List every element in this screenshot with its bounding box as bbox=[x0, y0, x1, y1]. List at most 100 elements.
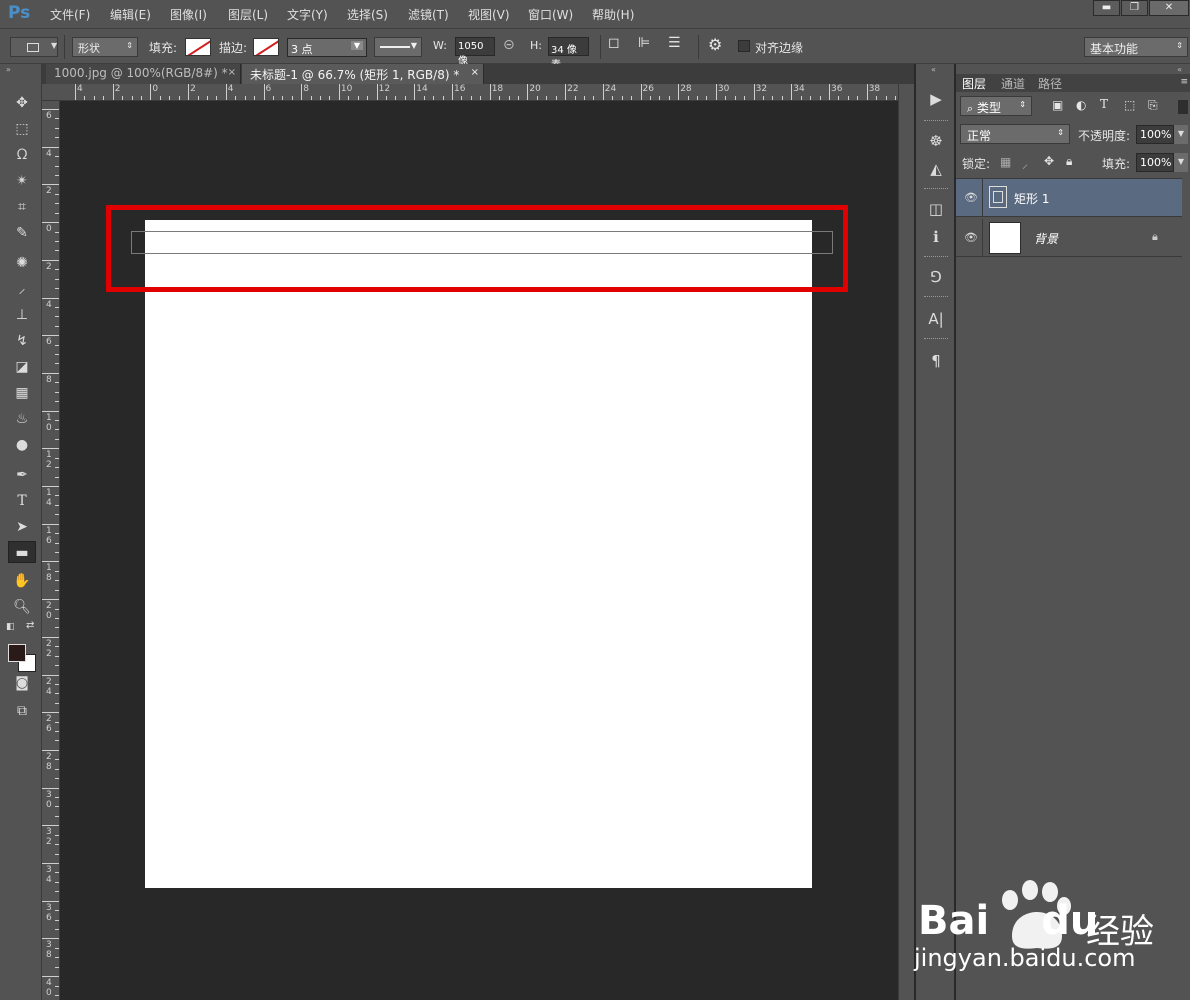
tab-layers[interactable]: 图层 bbox=[962, 75, 986, 92]
filter-adjustment-icon[interactable]: ◐ bbox=[1076, 98, 1086, 112]
stroke-swatch[interactable] bbox=[253, 38, 279, 56]
tab-untitled-1[interactable]: 未标题-1 @ 66.7% (矩形 1, RGB/8) * × bbox=[242, 64, 484, 84]
visibility-eye-icon[interactable]: 👁︎ bbox=[964, 231, 978, 244]
default-colors-icon[interactable]: ◧ bbox=[6, 622, 15, 632]
brush-tool-icon[interactable]: ⸝ bbox=[10, 278, 34, 300]
lock-pixels-icon[interactable]: ⸝ bbox=[1022, 155, 1028, 172]
tab-channels[interactable]: 通道 bbox=[1001, 75, 1025, 92]
path-arrangement-icon[interactable]: ☰ bbox=[668, 35, 681, 51]
stroke-width-value: 3 点 bbox=[291, 43, 313, 56]
mode-select[interactable]: 形状 ⇕ bbox=[72, 37, 138, 57]
ruler-tick bbox=[42, 561, 59, 563]
magic-wand-tool-icon[interactable]: ✴ bbox=[10, 170, 34, 192]
clone-stamp-tool-icon[interactable]: ⊥ bbox=[10, 304, 34, 326]
layer-row-rectangle-1[interactable]: 👁︎ 矩形 1 bbox=[956, 179, 1182, 217]
lasso-tool-icon[interactable]: ᘯ bbox=[10, 144, 34, 166]
stroke-type-select[interactable]: ▼ bbox=[374, 37, 422, 57]
document-canvas[interactable] bbox=[145, 220, 812, 888]
link-icon[interactable]: ⊝ bbox=[503, 37, 515, 53]
screen-mode-icon[interactable]: ⧉ bbox=[10, 700, 34, 722]
history-icon[interactable]: ⅁ bbox=[924, 266, 948, 288]
play-icon[interactable]: ▶ bbox=[924, 88, 948, 110]
eraser-tool-icon[interactable]: ◪ bbox=[10, 356, 34, 378]
ruler-label: 4 bbox=[227, 84, 234, 94]
menu-help[interactable]: 帮助(H) bbox=[592, 6, 634, 23]
filter-toggle[interactable] bbox=[1178, 100, 1188, 114]
width-input[interactable]: 1050 像 bbox=[455, 37, 495, 67]
blend-mode-select[interactable]: 正常 ⇕ bbox=[960, 124, 1070, 144]
lock-transparency-icon[interactable]: ▦ bbox=[1000, 155, 1011, 169]
close-button[interactable]: ✕ bbox=[1149, 0, 1189, 16]
menu-layer[interactable]: 图层(L) bbox=[228, 6, 268, 23]
swap-colors-icon[interactable]: ⇄ bbox=[26, 620, 34, 631]
quick-mask-icon[interactable]: ◙ bbox=[10, 672, 34, 694]
tool-preset-picker[interactable]: ▼ bbox=[10, 37, 58, 57]
navigator-icon[interactable]: ☸ bbox=[924, 130, 948, 152]
height-input[interactable]: 34 像素 bbox=[548, 37, 589, 71]
tab-1000-jpg[interactable]: 1000.jpg @ 100%(RGB/8#) * × bbox=[46, 64, 241, 84]
healing-brush-tool-icon[interactable]: ✺ bbox=[10, 252, 34, 274]
adjustments-icon[interactable]: ◫ bbox=[924, 198, 948, 220]
gear-icon[interactable]: ⚙ bbox=[708, 35, 722, 54]
info-icon[interactable]: ℹ bbox=[924, 226, 948, 248]
foreground-color-swatch[interactable] bbox=[8, 644, 26, 662]
collapse-icon[interactable]: « bbox=[1177, 65, 1182, 74]
align-edges-checkbox[interactable] bbox=[738, 40, 750, 52]
ruler-tick bbox=[42, 523, 59, 525]
workspace-select[interactable]: 基本功能 ⇕ bbox=[1084, 37, 1188, 57]
filter-smart-object-icon[interactable]: ⎘ bbox=[1148, 98, 1158, 113]
visibility-eye-icon[interactable]: 👁︎ bbox=[964, 191, 978, 204]
path-selection-tool-icon[interactable]: ➤ bbox=[10, 516, 34, 538]
paragraph-icon[interactable]: ¶ bbox=[924, 350, 948, 372]
blur-tool-icon[interactable]: ♨ bbox=[10, 408, 34, 430]
filter-type-icon[interactable]: T bbox=[1100, 97, 1108, 111]
opacity-input[interactable]: 100% bbox=[1136, 125, 1174, 144]
rectangle-tool-icon[interactable]: ▬ bbox=[8, 541, 36, 563]
collapse-icon[interactable]: » bbox=[6, 65, 11, 74]
histogram-icon[interactable]: ◭ bbox=[924, 158, 948, 180]
menu-filter[interactable]: 滤镜(T) bbox=[408, 6, 449, 23]
zoom-tool-icon[interactable]: 🔍︎ bbox=[10, 596, 34, 618]
vertical-scrollbar[interactable] bbox=[898, 84, 914, 1000]
pen-tool-icon[interactable]: ✒ bbox=[10, 464, 34, 486]
menu-image[interactable]: 图像(I) bbox=[170, 6, 207, 23]
menu-window[interactable]: 窗口(W) bbox=[528, 6, 573, 23]
filter-pixel-icon[interactable]: ▣ bbox=[1052, 98, 1063, 112]
chevron-down-icon[interactable]: ▼ bbox=[1174, 153, 1188, 172]
dodge-tool-icon[interactable]: ● bbox=[10, 434, 34, 456]
ruler-label: 0 bbox=[152, 84, 159, 94]
fill-swatch[interactable] bbox=[185, 38, 211, 56]
close-icon[interactable]: × bbox=[228, 67, 236, 78]
marquee-tool-icon[interactable]: ⬚ bbox=[10, 118, 34, 140]
layer-row-background[interactable]: 👁︎ 背景 🔒︎ bbox=[956, 219, 1182, 257]
close-icon[interactable]: × bbox=[471, 67, 479, 78]
tab-paths[interactable]: 路径 bbox=[1038, 75, 1062, 92]
eyedropper-tool-icon[interactable]: ✎ bbox=[10, 222, 34, 244]
path-alignment-icon[interactable]: ⊫ bbox=[638, 35, 650, 51]
stroke-width-select[interactable]: 3 点 ▼ bbox=[287, 38, 367, 57]
menu-select[interactable]: 选择(S) bbox=[347, 6, 388, 23]
menu-file[interactable]: 文件(F) bbox=[50, 6, 90, 23]
filter-kind-select[interactable]: ⌕ 类型 ⇕ bbox=[960, 96, 1032, 116]
menu-view[interactable]: 视图(V) bbox=[468, 6, 510, 23]
path-operations-icon[interactable]: ◻ bbox=[608, 35, 620, 51]
fill-input[interactable]: 100% bbox=[1136, 153, 1174, 172]
menu-type[interactable]: 文字(Y) bbox=[287, 6, 328, 23]
move-tool-icon[interactable]: ✥ bbox=[10, 92, 34, 114]
lock-position-icon[interactable]: ✥ bbox=[1044, 154, 1054, 168]
ruler-tick bbox=[602, 84, 604, 100]
filter-shape-icon[interactable]: ⬚ bbox=[1124, 98, 1135, 112]
lock-all-icon[interactable]: 🔒︎ bbox=[1066, 154, 1072, 169]
hand-tool-icon[interactable]: ✋ bbox=[10, 570, 34, 592]
restore-button[interactable]: ❐ bbox=[1121, 0, 1148, 16]
collapse-icon[interactable]: « bbox=[931, 65, 936, 74]
history-brush-tool-icon[interactable]: ↯ bbox=[10, 330, 34, 352]
crop-tool-icon[interactable]: ⌗ bbox=[10, 196, 34, 218]
character-icon[interactable]: A| bbox=[924, 308, 948, 330]
menu-edit[interactable]: 编辑(E) bbox=[110, 6, 151, 23]
minimize-button[interactable]: ▬ bbox=[1093, 0, 1120, 16]
gradient-tool-icon[interactable]: ▦ bbox=[10, 382, 34, 404]
chevron-down-icon[interactable]: ▼ bbox=[1174, 125, 1188, 144]
type-tool-icon[interactable]: T bbox=[10, 490, 34, 512]
panel-menu-icon[interactable]: ≡ bbox=[1180, 77, 1188, 87]
